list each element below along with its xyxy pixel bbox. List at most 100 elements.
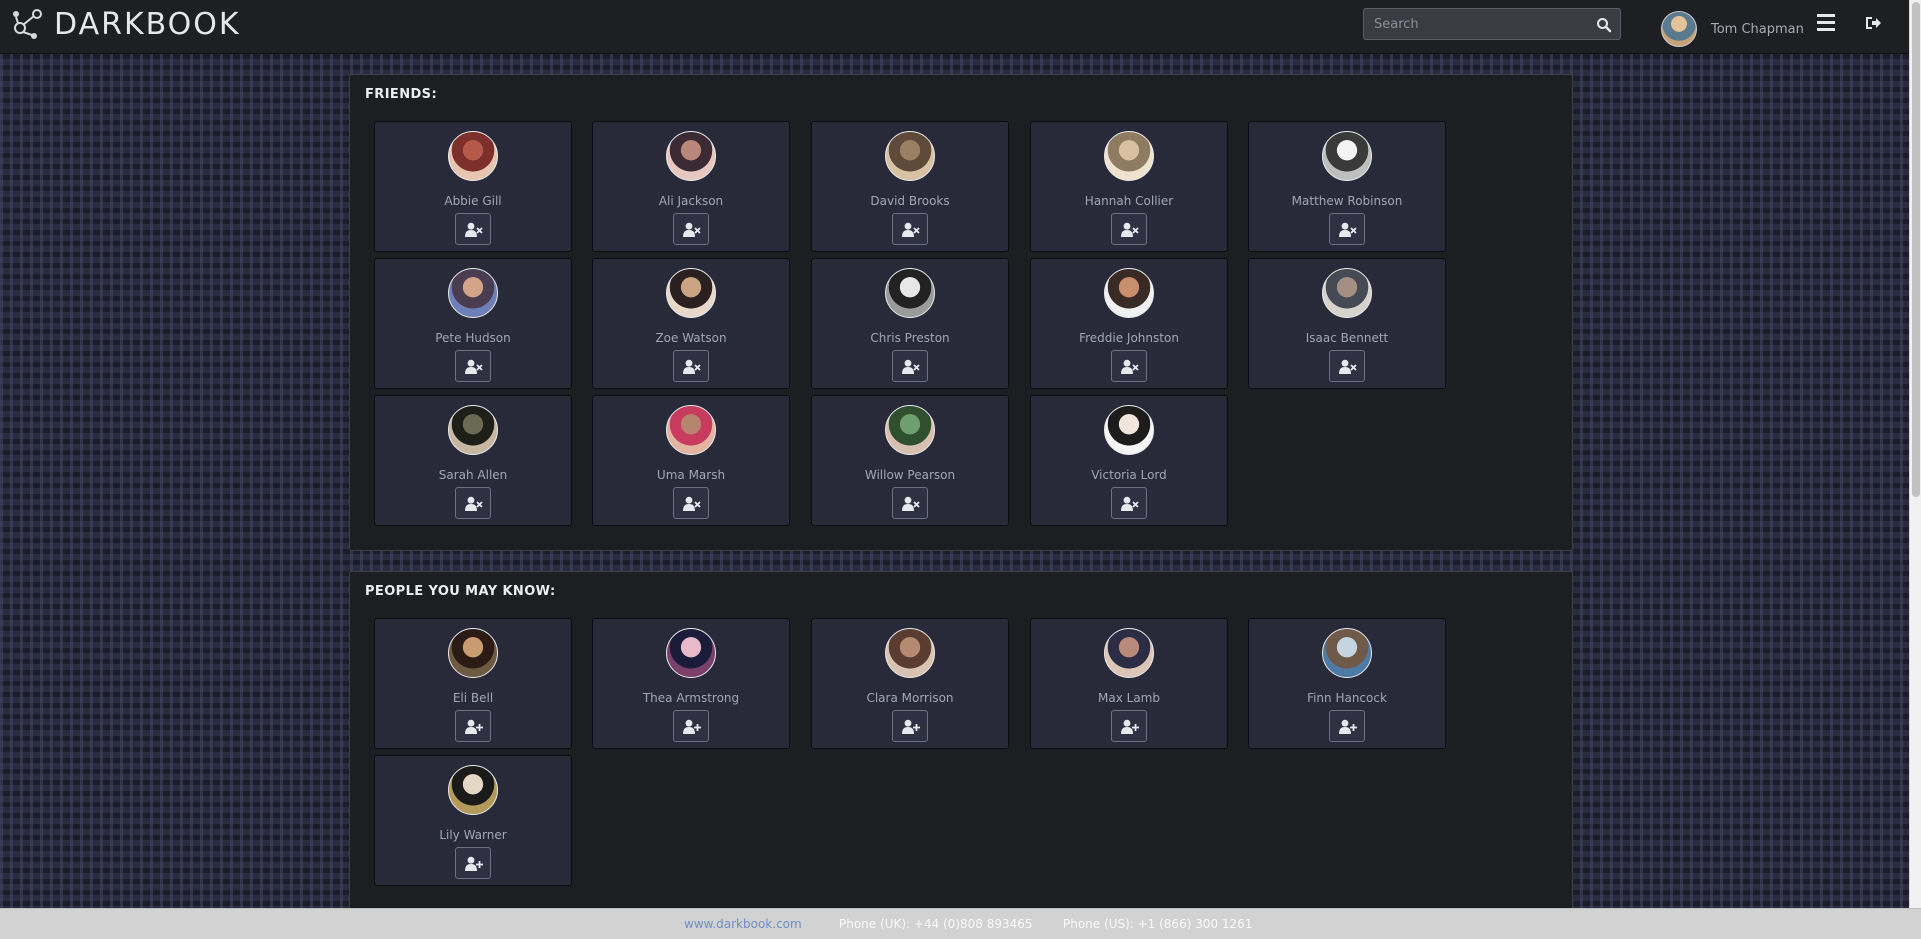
molecule-icon xyxy=(13,9,42,39)
remove-friend-button[interactable] xyxy=(1111,350,1147,382)
sign-out-icon[interactable] xyxy=(1864,14,1882,32)
avatar[interactable] xyxy=(885,131,935,181)
friend-name[interactable]: Isaac Bennett xyxy=(1249,331,1445,345)
people-title: PEOPLE YOU MAY KNOW: xyxy=(365,584,556,599)
logo[interactable]: DARKBOOK xyxy=(10,6,241,42)
page-scrollbar[interactable] xyxy=(1909,0,1921,908)
user-plus-icon xyxy=(1121,719,1139,734)
user-plus-icon xyxy=(1339,719,1357,734)
friend-name[interactable]: Uma Marsh xyxy=(593,468,789,482)
avatar[interactable] xyxy=(1104,268,1154,318)
avatar[interactable] xyxy=(448,405,498,455)
friend-name[interactable]: David Brooks xyxy=(812,194,1008,208)
remove-friend-button[interactable] xyxy=(455,213,491,245)
avatar[interactable] xyxy=(1104,405,1154,455)
friend-name[interactable]: Willow Pearson xyxy=(812,468,1008,482)
search-icon[interactable] xyxy=(1596,17,1612,33)
avatar[interactable] xyxy=(885,628,935,678)
user-plus-icon xyxy=(902,719,920,734)
logo-text: DARKBOOK xyxy=(54,6,241,42)
avatar[interactable] xyxy=(448,131,498,181)
friend-card: Pete Hudson xyxy=(374,258,572,389)
remove-friend-button[interactable] xyxy=(1329,213,1365,245)
avatar[interactable] xyxy=(885,405,935,455)
people-you-may-know-panel: PEOPLE YOU MAY KNOW: Eli Bell Thea Armstr… xyxy=(349,571,1573,911)
add-friend-button[interactable] xyxy=(892,710,928,742)
avatar[interactable] xyxy=(1322,131,1372,181)
avatar[interactable] xyxy=(1322,268,1372,318)
friend-name[interactable]: Chris Preston xyxy=(812,331,1008,345)
add-friend-button[interactable] xyxy=(1111,710,1147,742)
friends-panel: FRIENDS: Abbie Gill Ali Jackson David Broo… xyxy=(349,74,1573,551)
add-friend-button[interactable] xyxy=(673,710,709,742)
suggestion-name[interactable]: Clara Morrison xyxy=(812,691,1008,705)
avatar[interactable] xyxy=(1322,628,1372,678)
friend-name[interactable]: Ali Jackson xyxy=(593,194,789,208)
user-times-icon xyxy=(1121,359,1139,374)
add-friend-button[interactable] xyxy=(1329,710,1365,742)
friend-name[interactable]: Sarah Allen xyxy=(375,468,571,482)
friend-name[interactable]: Abbie Gill xyxy=(375,194,571,208)
remove-friend-button[interactable] xyxy=(892,350,928,382)
avatar[interactable] xyxy=(666,131,716,181)
friend-name[interactable]: Victoria Lord xyxy=(1031,468,1227,482)
friend-card: Freddie Johnston xyxy=(1030,258,1228,389)
user-times-icon xyxy=(683,496,701,511)
friend-card: Abbie Gill xyxy=(374,121,572,252)
friend-name[interactable]: Pete Hudson xyxy=(375,331,571,345)
phone-us: Phone (US): +1 (866) 300 1261 xyxy=(1063,917,1253,931)
footer: www.darkbook.com Phone (UK): +44 (0)808 … xyxy=(0,908,1921,939)
top-navbar: DARKBOOK Tom Chapman xyxy=(0,0,1909,54)
avatar[interactable] xyxy=(666,405,716,455)
friend-name[interactable]: Zoe Watson xyxy=(593,331,789,345)
user-times-icon xyxy=(902,359,920,374)
avatar[interactable] xyxy=(448,628,498,678)
hamburger-menu-icon[interactable] xyxy=(1817,14,1837,34)
avatar[interactable] xyxy=(1104,628,1154,678)
remove-friend-button[interactable] xyxy=(892,487,928,519)
user-plus-icon xyxy=(465,719,483,734)
suggestion-name[interactable]: Finn Hancock xyxy=(1249,691,1445,705)
remove-friend-button[interactable] xyxy=(892,213,928,245)
friends-title: FRIENDS: xyxy=(365,87,438,102)
user-times-icon xyxy=(465,496,483,511)
friend-name[interactable]: Hannah Collier xyxy=(1031,194,1227,208)
scrollbar-thumb[interactable] xyxy=(1912,2,1920,497)
friend-card: Isaac Bennett xyxy=(1248,258,1446,389)
user-times-icon xyxy=(465,222,483,237)
user-times-icon xyxy=(1121,222,1139,237)
avatar[interactable] xyxy=(448,765,498,815)
avatar[interactable] xyxy=(666,628,716,678)
user-name[interactable]: Tom Chapman xyxy=(1711,22,1804,37)
remove-friend-button[interactable] xyxy=(1329,350,1365,382)
user-profile-link[interactable]: Tom Chapman xyxy=(1661,11,1804,47)
avatar[interactable] xyxy=(885,268,935,318)
remove-friend-button[interactable] xyxy=(673,487,709,519)
phone-uk: Phone (UK): +44 (0)808 893465 xyxy=(839,917,1033,931)
avatar[interactable] xyxy=(1104,131,1154,181)
website-link[interactable]: www.darkbook.com xyxy=(684,917,802,931)
suggestion-name[interactable]: Lily Warner xyxy=(375,828,571,842)
friend-name[interactable]: Matthew Robinson xyxy=(1249,194,1445,208)
add-friend-button[interactable] xyxy=(455,847,491,879)
suggestion-name[interactable]: Thea Armstrong xyxy=(593,691,789,705)
suggestion-name[interactable]: Eli Bell xyxy=(375,691,571,705)
avatar[interactable] xyxy=(666,268,716,318)
search-input[interactable] xyxy=(1364,9,1584,39)
remove-friend-button[interactable] xyxy=(673,350,709,382)
user-plus-icon xyxy=(465,856,483,871)
remove-friend-button[interactable] xyxy=(455,487,491,519)
friend-name[interactable]: Freddie Johnston xyxy=(1031,331,1227,345)
user-times-icon xyxy=(902,222,920,237)
add-friend-button[interactable] xyxy=(455,710,491,742)
remove-friend-button[interactable] xyxy=(1111,213,1147,245)
remove-friend-button[interactable] xyxy=(455,350,491,382)
suggestion-card: Max Lamb xyxy=(1030,618,1228,749)
suggestion-card: Lily Warner xyxy=(374,755,572,886)
remove-friend-button[interactable] xyxy=(673,213,709,245)
remove-friend-button[interactable] xyxy=(1111,487,1147,519)
suggestion-card: Clara Morrison xyxy=(811,618,1009,749)
avatar[interactable] xyxy=(1661,11,1697,47)
suggestion-name[interactable]: Max Lamb xyxy=(1031,691,1227,705)
avatar[interactable] xyxy=(448,268,498,318)
